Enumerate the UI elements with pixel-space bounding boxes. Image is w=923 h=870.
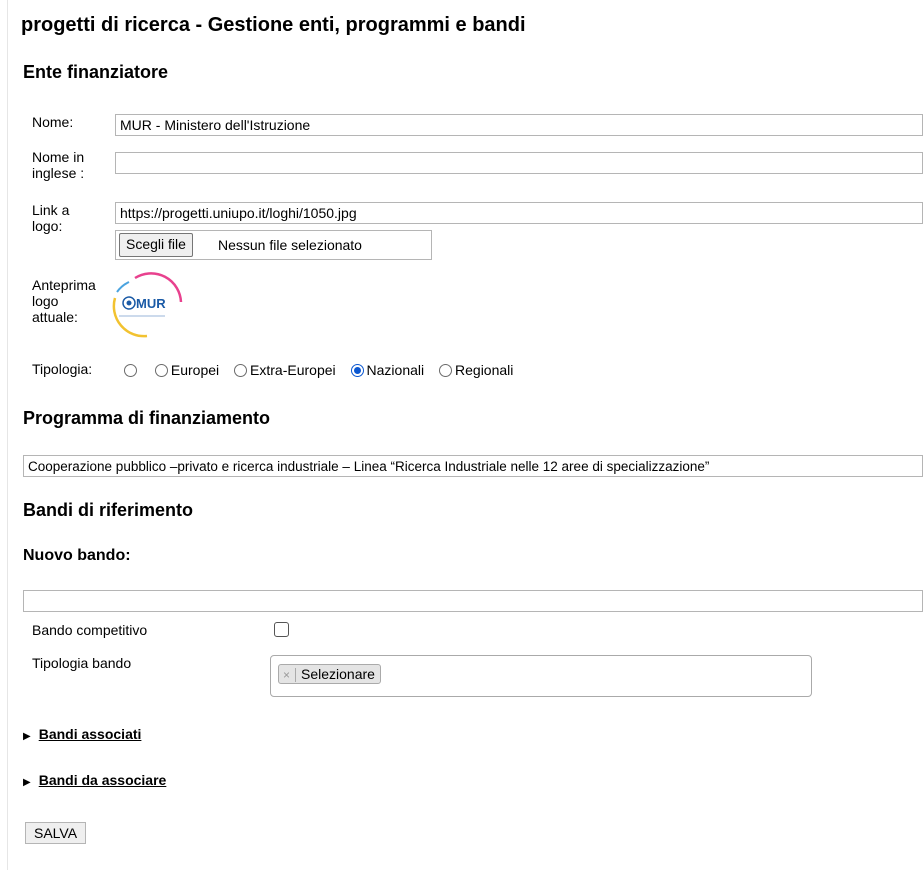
nuovo-bando-input[interactable] (23, 590, 923, 612)
radio-extra-europei[interactable] (234, 363, 248, 377)
anteprima-label-line2: logo (32, 293, 59, 309)
tipologia-bando-label: Tipologia bando (32, 655, 132, 671)
radio-regionali[interactable] (439, 363, 453, 377)
save-button[interactable]: SALVA (25, 822, 87, 844)
programma-input[interactable] (23, 455, 923, 477)
page-title: progetti di ricerca - Gestione enti, pro… (21, 14, 526, 36)
bandi-associati-toggle[interactable]: ▶ Bandi associati (23, 726, 141, 742)
radio-empty[interactable] (124, 363, 137, 377)
radio-europei[interactable] (154, 363, 168, 377)
page-left-border (7, 0, 8, 870)
nome-input[interactable] (115, 114, 923, 136)
tag-label: Selezionare (301, 666, 375, 682)
disclosure-triangle-icon: ▶ (23, 777, 31, 788)
radio-nazionali-label: Nazionali (366, 362, 425, 379)
nome-inglese-label-line1: Nome in (32, 149, 85, 165)
bandi-heading: Bandi di riferimento (23, 500, 194, 520)
logo-preview: MUR (107, 270, 183, 342)
tipologia-option-nazionali[interactable]: Nazionali (350, 361, 432, 379)
remove-tag-icon[interactable]: × (283, 668, 297, 682)
programma-heading: Programma di finanziamento (23, 408, 271, 428)
file-status: Nessun file selezionato (218, 237, 362, 253)
radio-regionali-label: Regionali (455, 362, 514, 379)
nuovo-bando-heading: Nuovo bando: (23, 547, 131, 564)
tipologia-option-europei[interactable]: Europei (154, 361, 226, 379)
choose-file-button[interactable]: Scegli file (119, 233, 193, 257)
link-logo-input[interactable] (115, 202, 923, 224)
link-logo-label-line1: Link a (32, 202, 70, 218)
anteprima-label-line1: Anteprima (32, 277, 96, 293)
anteprima-label: Anteprima logo attuale: (32, 277, 96, 325)
tipologia-option-empty[interactable] (124, 361, 147, 377)
link-logo-label: Link a logo: (32, 202, 69, 234)
radio-extra-europei-label: Extra-Europei (250, 362, 336, 379)
bando-competitivo-checkbox[interactable] (274, 622, 289, 637)
radio-europei-label: Europei (170, 362, 220, 379)
tipologia-option-extra-europei[interactable]: Extra-Europei (234, 361, 343, 379)
anteprima-label-line3: attuale: (32, 309, 78, 325)
bandi-associati-link[interactable]: Bandi associati (39, 726, 142, 742)
tipologia-bando-tag[interactable]: × Selezionare (278, 664, 381, 684)
tipologia-option-regionali[interactable]: Regionali (439, 361, 520, 379)
bando-competitivo-label: Bando competitivo (32, 622, 148, 638)
disclosure-triangle-icon: ▶ (23, 731, 31, 742)
nome-inglese-label-line2: inglese : (32, 165, 85, 181)
bandi-da-associare-toggle[interactable]: ▶ Bandi da associare (23, 772, 166, 788)
nome-inglese-label: Nome in inglese : (32, 149, 84, 181)
bandi-da-associare-link[interactable]: Bandi da associare (39, 772, 167, 788)
ente-heading: Ente finanziatore (23, 62, 169, 82)
mur-logo-icon: MUR (112, 272, 183, 338)
tipologia-label: Tipologia: (32, 361, 93, 377)
radio-nazionali[interactable] (350, 363, 364, 377)
tipologia-radio-group: Europei Extra-Europei Nazionali Regional… (124, 361, 524, 378)
link-logo-label-line2: logo: (32, 218, 63, 234)
logo-text: MUR (136, 296, 166, 311)
nome-inglese-input[interactable] (115, 152, 923, 174)
nome-label: Nome: (32, 114, 74, 130)
